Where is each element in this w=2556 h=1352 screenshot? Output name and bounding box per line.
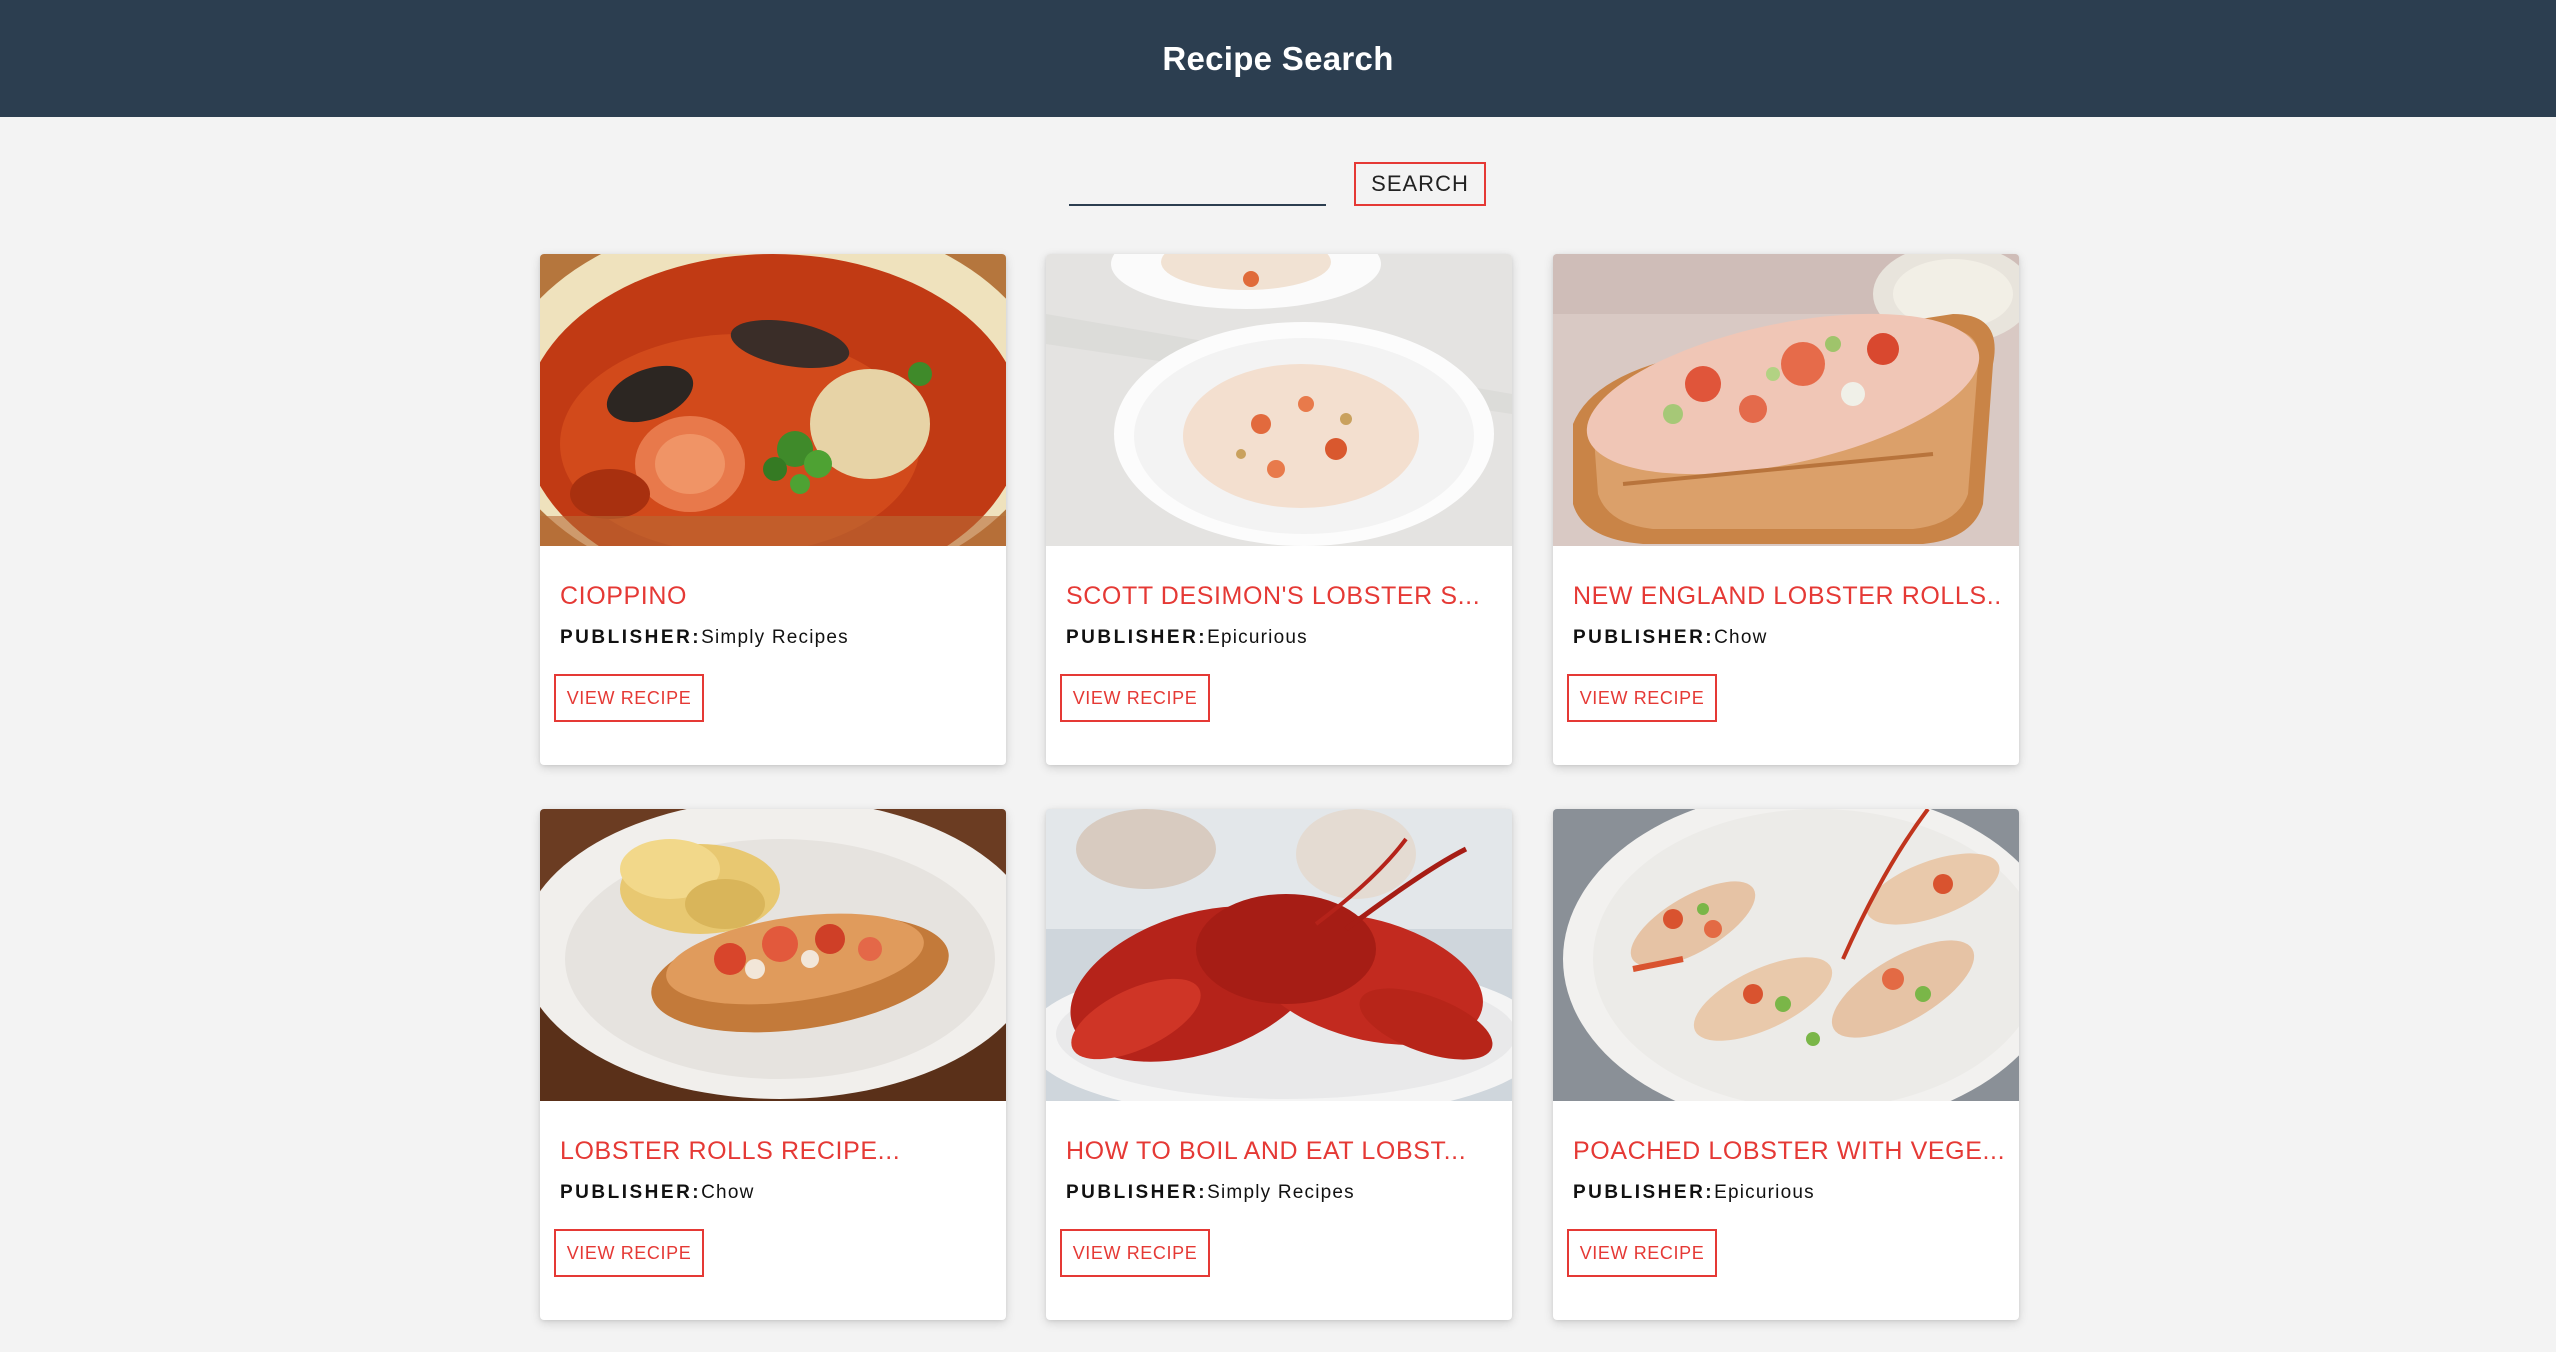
recipe-card: SCOTT DESIMON'S LOBSTER S... PUBLISHER:E…: [1046, 254, 1512, 765]
view-recipe-button[interactable]: VIEW RECIPE: [554, 1229, 704, 1277]
publisher-label: PUBLISHER:: [560, 1182, 702, 1203]
view-recipe-button[interactable]: VIEW RECIPE: [554, 674, 704, 722]
recipe-title[interactable]: LOBSTER ROLLS RECIPE...: [560, 1137, 990, 1166]
recipe-title[interactable]: HOW TO BOIL AND EAT LOBST...: [1066, 1137, 1496, 1166]
lobster-roll-basket-photo: [540, 809, 1006, 1101]
recipe-title[interactable]: SCOTT DESIMON'S LOBSTER S...: [1066, 582, 1496, 611]
poached-lobster-plate-photo: [1553, 809, 2019, 1101]
recipe-card: HOW TO BOIL AND EAT LOBST... PUBLISHER:S…: [1046, 809, 1512, 1320]
view-recipe-button[interactable]: VIEW RECIPE: [1567, 674, 1717, 722]
publisher-name: Epicurious: [1714, 1182, 1815, 1203]
recipe-publisher: PUBLISHER:Simply Recipes: [560, 627, 849, 649]
view-recipe-button[interactable]: VIEW RECIPE: [1567, 1229, 1717, 1277]
recipe-image[interactable]: [1553, 254, 2019, 546]
page-title: Recipe Search: [1162, 39, 1394, 77]
search-input[interactable]: [1069, 170, 1326, 206]
publisher-name: Epicurious: [1207, 627, 1308, 648]
boiled-lobster-platter-photo: [1046, 809, 1512, 1101]
app-header: Recipe Search: [0, 0, 2556, 117]
publisher-label: PUBLISHER:: [1066, 1182, 1208, 1203]
recipe-title[interactable]: NEW ENGLAND LOBSTER ROLLS...: [1573, 582, 2003, 611]
recipe-card: POACHED LOBSTER WITH VEGE... PUBLISHER:E…: [1553, 809, 2019, 1320]
search-bar: SEARCH: [0, 160, 2556, 210]
recipe-image[interactable]: [1046, 809, 1512, 1101]
recipe-title[interactable]: POACHED LOBSTER WITH VEGE...: [1573, 1137, 2003, 1166]
publisher-name: Chow: [701, 1182, 755, 1203]
publisher-label: PUBLISHER:: [1066, 627, 1208, 648]
recipe-publisher: PUBLISHER:Epicurious: [1066, 627, 1308, 649]
publisher-name: Simply Recipes: [1207, 1182, 1355, 1203]
recipe-card: LOBSTER ROLLS RECIPE... PUBLISHER:Chow V…: [540, 809, 1006, 1320]
view-recipe-button[interactable]: VIEW RECIPE: [1060, 1229, 1210, 1277]
view-recipe-button[interactable]: VIEW RECIPE: [1060, 674, 1210, 722]
recipe-image[interactable]: [540, 254, 1006, 546]
recipe-card: CIOPPINO PUBLISHER:Simply Recipes VIEW R…: [540, 254, 1006, 765]
recipe-publisher: PUBLISHER:Chow: [560, 1182, 755, 1204]
lobster-roll-photo: [1553, 254, 2019, 546]
recipe-image[interactable]: [1553, 809, 2019, 1101]
recipe-publisher: PUBLISHER:Epicurious: [1573, 1182, 1815, 1204]
publisher-label: PUBLISHER:: [560, 627, 702, 648]
recipe-image[interactable]: [540, 809, 1006, 1101]
search-button[interactable]: SEARCH: [1354, 162, 1486, 206]
publisher-label: PUBLISHER:: [1573, 1182, 1715, 1203]
recipe-publisher: PUBLISHER:Simply Recipes: [1066, 1182, 1355, 1204]
cioppino-seafood-stew-photo: [540, 254, 1006, 546]
publisher-name: Chow: [1714, 627, 1768, 648]
publisher-label: PUBLISHER:: [1573, 627, 1715, 648]
recipe-card: NEW ENGLAND LOBSTER ROLLS... PUBLISHER:C…: [1553, 254, 2019, 765]
publisher-name: Simply Recipes: [701, 627, 849, 648]
lobster-bisque-bowls-photo: [1046, 254, 1512, 546]
recipe-title[interactable]: CIOPPINO: [560, 582, 990, 611]
recipe-image[interactable]: [1046, 254, 1512, 546]
recipe-publisher: PUBLISHER:Chow: [1573, 627, 1768, 649]
